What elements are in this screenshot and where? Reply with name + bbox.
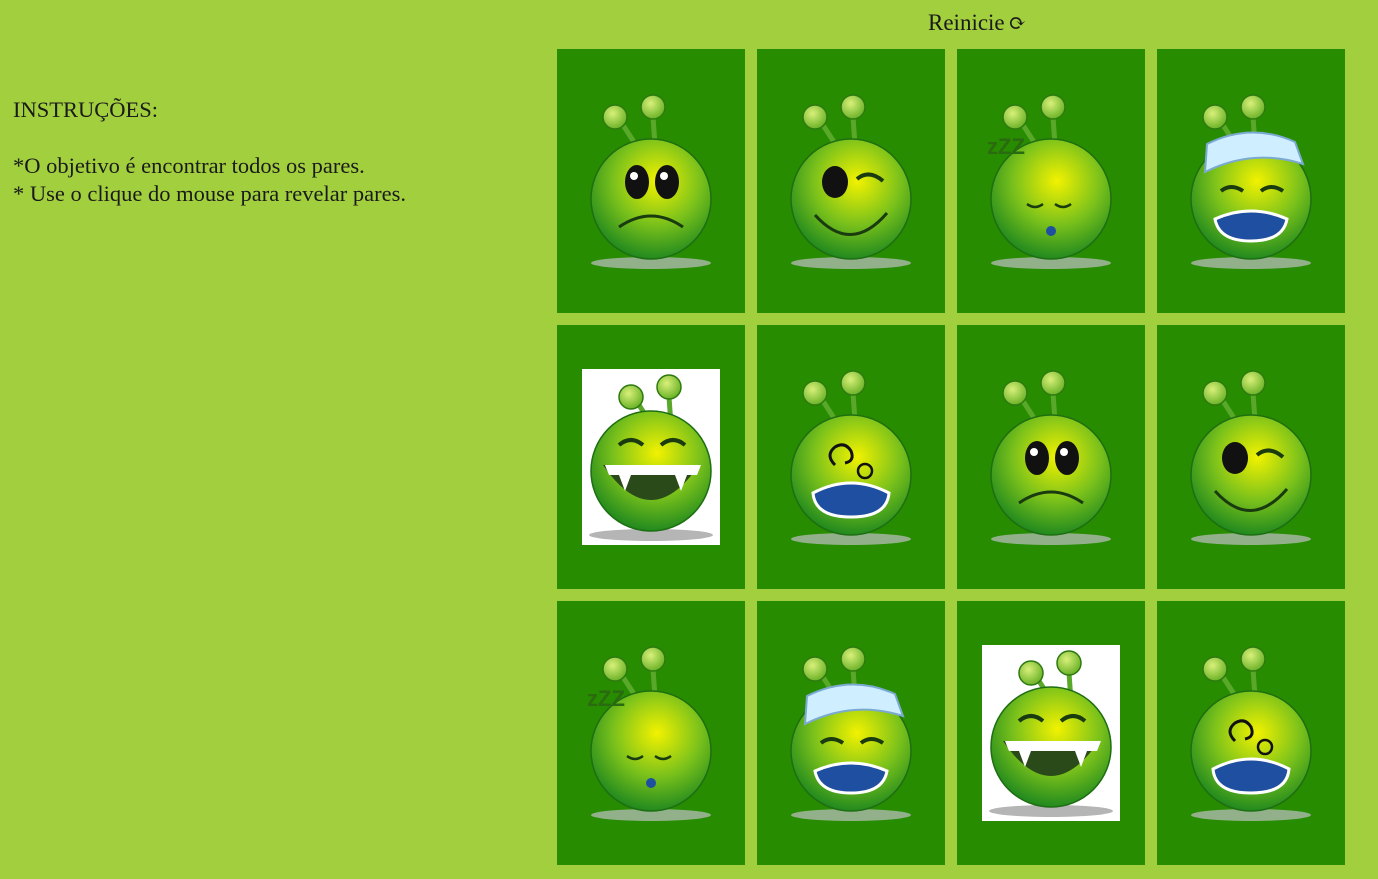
restart-button[interactable]: Reinicie ⟳ xyxy=(928,8,1026,38)
refresh-icon: ⟳ xyxy=(1008,11,1027,35)
alien-wink-icon xyxy=(1190,370,1312,545)
alien-sick-icon xyxy=(790,646,912,821)
alien-dizzy-icon xyxy=(1190,646,1312,821)
instructions-title: INSTRUÇÕES: xyxy=(13,97,159,122)
alien-laugh-icon xyxy=(582,369,720,545)
memory-card[interactable] xyxy=(757,601,945,865)
alien-sick-icon xyxy=(1190,94,1312,269)
memory-card[interactable] xyxy=(757,325,945,589)
alien-wink-icon xyxy=(790,94,912,269)
instructions-panel: INSTRUÇÕES: *O objetivo é encontrar todo… xyxy=(13,96,533,208)
memory-card[interactable]: zZZ xyxy=(557,601,745,865)
alien-dizzy-icon xyxy=(790,370,912,545)
memory-card[interactable] xyxy=(957,325,1145,589)
game-board: zZZ zZZ xyxy=(557,49,1345,865)
memory-card[interactable] xyxy=(1157,49,1345,313)
restart-label: Reinicie xyxy=(928,10,1005,35)
memory-card[interactable] xyxy=(957,601,1145,865)
memory-card[interactable]: zZZ xyxy=(957,49,1145,313)
instructions-line-goal: *O objetivo é encontrar todos os pares. xyxy=(13,153,365,178)
memory-card[interactable] xyxy=(1157,325,1345,589)
alien-sleepy-icon: zZZ xyxy=(587,646,712,821)
memory-card[interactable] xyxy=(557,325,745,589)
svg-text:zZZ: zZZ xyxy=(987,134,1025,159)
instructions-line-click: * Use o clique do mouse para revelar par… xyxy=(13,181,406,206)
memory-card[interactable] xyxy=(1157,601,1345,865)
svg-text:zZZ: zZZ xyxy=(587,686,625,711)
memory-card[interactable] xyxy=(557,49,745,313)
alien-sleepy-icon: zZZ xyxy=(987,94,1112,269)
alien-sad-icon xyxy=(590,94,712,269)
memory-card[interactable] xyxy=(757,49,945,313)
alien-sad-icon xyxy=(990,370,1112,545)
alien-laugh-icon xyxy=(982,645,1120,821)
